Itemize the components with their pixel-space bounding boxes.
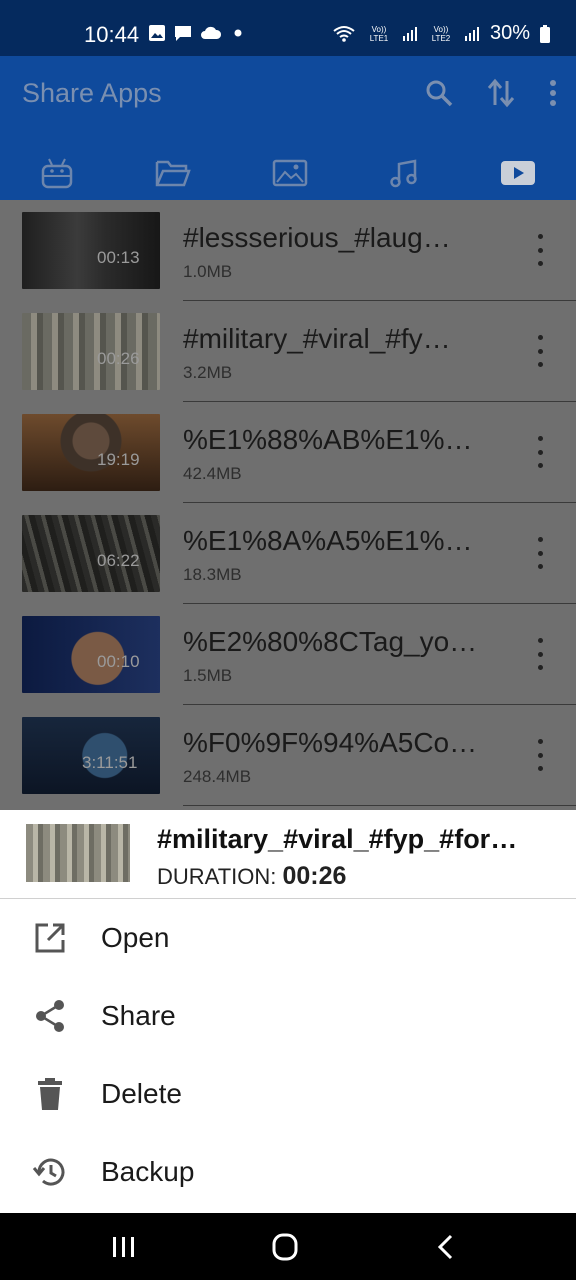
music-icon[interactable] <box>389 158 419 188</box>
share-label: Share <box>101 1000 176 1031</box>
video-duration: 19:19 <box>97 450 140 469</box>
backup-restore-icon <box>32 1158 65 1186</box>
video-size: 1.0MB <box>183 262 233 281</box>
list-item[interactable]: 3:11:51 %F0%9F%94%A5Co… 248.4MB <box>0 705 576 806</box>
delete-icon <box>38 1078 62 1110</box>
message-icon <box>175 26 191 41</box>
clock: 10:44 <box>84 22 140 47</box>
video-thumbnail: 00:13 <box>22 212 160 289</box>
backup-label: Backup <box>101 1156 195 1187</box>
video-list: 00:13 #lessserious_#laug… 1.0MB 00:26 #m… <box>0 200 576 810</box>
video-size: 1.5MB <box>183 666 233 685</box>
system-indicators: Vo)) LTE1 Vo)) LTE2 30% <box>332 22 550 45</box>
video-name: %E1%88%AB%E1%8… <box>183 424 483 455</box>
item-more-icon[interactable] <box>528 739 552 771</box>
list-item[interactable]: 06:22 %E1%8A%A5%E1%8… 18.3MB <box>0 503 576 604</box>
list-item[interactable]: 00:26 #military_#viral_#fy… 3.2MB <box>0 301 576 402</box>
video-name: %E2%80%8CTag_yo… <box>183 626 478 657</box>
share-action[interactable]: Share <box>0 978 576 1056</box>
folder-icon[interactable] <box>155 159 191 187</box>
list-item[interactable]: 00:13 #lessserious_#laug… 1.0MB <box>0 200 576 301</box>
status-bar: 10:44 Vo)) LTE1 Vo)) LTE2 30% <box>0 0 576 56</box>
more-vert-icon[interactable] <box>548 78 558 108</box>
recent-apps-icon[interactable] <box>104 1231 144 1263</box>
video-size: 42.4MB <box>183 464 242 483</box>
cloud-icon <box>201 26 222 39</box>
bottom-sheet: #military_#viral_#fyp_#for… DURATION: 00… <box>0 810 576 1213</box>
sheet-title: #military_#viral_#fyp_#for… <box>157 824 518 854</box>
video-duration: 00:26 <box>97 349 140 368</box>
search-icon[interactable] <box>424 78 454 108</box>
back-icon[interactable] <box>426 1231 466 1263</box>
video-duration: 3:11:51 <box>82 753 138 772</box>
duration-label: DURATION: <box>157 864 277 889</box>
category-tabs <box>0 146 576 200</box>
item-more-icon[interactable] <box>528 335 552 367</box>
item-more-icon[interactable] <box>528 537 552 569</box>
sheet-duration: DURATION: 00:26 <box>157 862 346 891</box>
video-size: 248.4MB <box>183 767 252 786</box>
video-duration: 00:13 <box>97 248 140 267</box>
dot-icon <box>234 29 242 37</box>
duration-value: 00:26 <box>282 862 347 890</box>
delete-action[interactable]: Delete <box>0 1056 576 1134</box>
open-action[interactable]: Open <box>0 900 576 978</box>
android-icon[interactable] <box>40 157 74 189</box>
wifi-icon <box>333 25 355 42</box>
open-label: Open <box>101 922 170 953</box>
image-icon[interactable] <box>272 159 308 187</box>
battery-icon <box>540 24 550 43</box>
item-more-icon[interactable] <box>528 234 552 266</box>
video-thumbnail: 3:11:51 <box>22 717 160 794</box>
sheet-thumbnail <box>26 824 130 882</box>
navigation-bar <box>0 1213 576 1280</box>
video-thumbnail: 00:10 <box>22 616 160 693</box>
video-duration: 06:22 <box>97 551 140 570</box>
video-name: #lessserious_#laug… <box>183 222 451 253</box>
sheet-header: #military_#viral_#fyp_#for… DURATION: 00… <box>0 810 576 899</box>
video-size: 3.2MB <box>183 363 233 382</box>
video-name: %F0%9F%94%A5Co… <box>183 727 478 758</box>
gallery-icon <box>149 25 165 41</box>
delete-label: Delete <box>101 1078 182 1109</box>
video-name: #military_#viral_#fy… <box>183 323 451 354</box>
sim1-label: Vo)) LTE1 <box>369 24 389 43</box>
notification-icons <box>148 24 246 42</box>
app-bar: Share Apps <box>0 56 576 200</box>
list-item[interactable]: 00:10 %E2%80%8CTag_yo… 1.5MB <box>0 604 576 705</box>
item-more-icon[interactable] <box>528 436 552 468</box>
video-icon[interactable] <box>500 159 536 187</box>
video-size: 18.3MB <box>183 565 242 584</box>
video-duration: 00:10 <box>97 652 140 671</box>
app-title: Share Apps <box>22 78 162 108</box>
item-more-icon[interactable] <box>528 638 552 670</box>
divider <box>183 805 576 806</box>
app-actions <box>424 78 558 108</box>
list-item[interactable]: 19:19 %E1%88%AB%E1%8… 42.4MB <box>0 402 576 503</box>
video-thumbnail: 00:26 <box>22 313 160 390</box>
backup-action[interactable]: Backup <box>0 1134 576 1212</box>
home-icon[interactable] <box>265 1231 305 1263</box>
sim2-label: Vo)) LTE2 <box>431 24 451 43</box>
signal1-icon <box>402 26 417 41</box>
video-thumbnail: 19:19 <box>22 414 160 491</box>
battery-percent: 30% <box>489 22 530 44</box>
video-name: %E1%8A%A5%E1%8… <box>183 525 483 556</box>
video-thumbnail: 06:22 <box>22 515 160 592</box>
sort-icon[interactable] <box>486 78 516 108</box>
open-external-icon <box>35 923 65 953</box>
share-icon <box>36 1000 64 1032</box>
signal2-icon <box>464 26 479 41</box>
